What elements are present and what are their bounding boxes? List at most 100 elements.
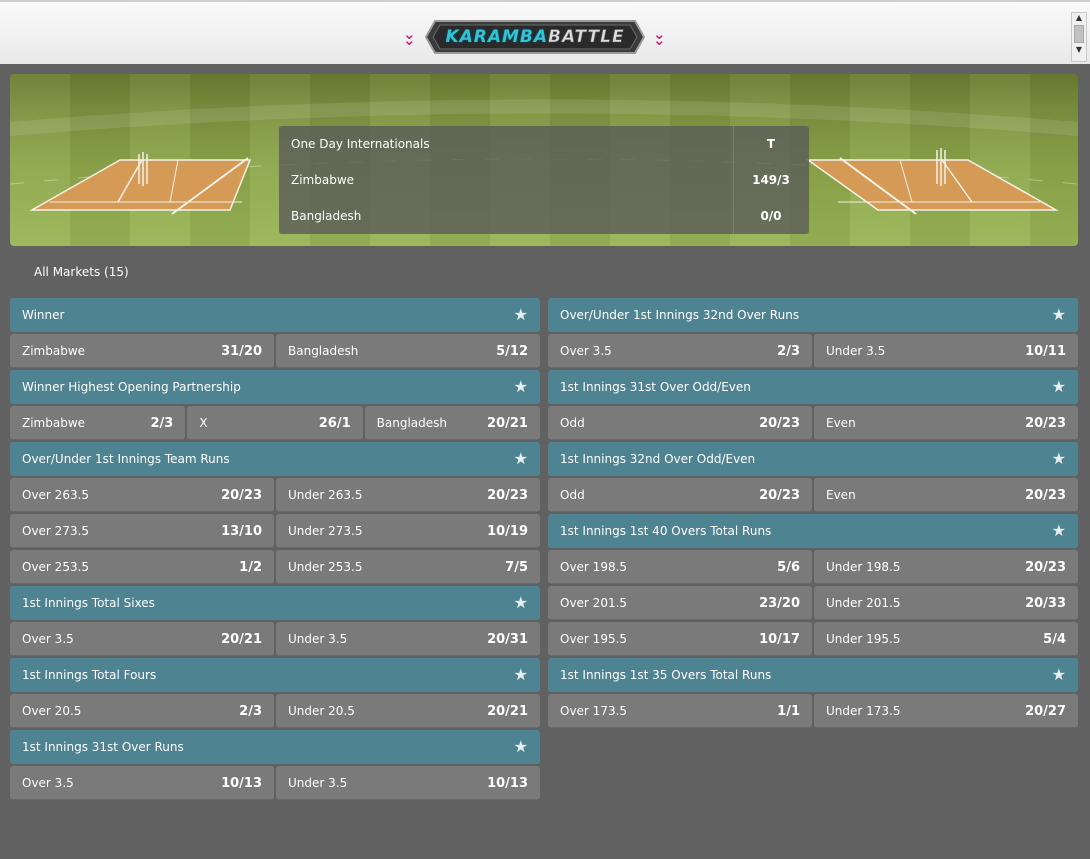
- double-chevron-down-icon[interactable]: ⌄ ⌄: [403, 27, 416, 48]
- selection-button[interactable]: Zimbabwe 2/3: [10, 406, 186, 440]
- selection-button[interactable]: Over 198.5 5/6: [548, 550, 812, 584]
- selection-label: Under 20.5: [288, 704, 355, 718]
- scrollbar[interactable]: ▲ ▼: [1071, 12, 1087, 62]
- scoreboard: One Day Internationals T Zimbabwe 149/3 …: [279, 126, 809, 234]
- selection-button[interactable]: Under 253.5 7/5: [276, 550, 540, 584]
- selection-button[interactable]: Over 195.5 10/17: [548, 622, 812, 656]
- star-icon[interactable]: ★: [514, 305, 528, 324]
- market: 1st Innings 31st Over Odd/Even ★ Odd 20/2…: [548, 370, 1078, 440]
- selection-label: Over 3.5: [22, 776, 74, 790]
- selection-odds: 5/6: [777, 560, 800, 575]
- top-header: ⌄ ⌄ KARAMBA BATTLE ⌄ ⌄ ▲ ▼: [0, 0, 1090, 64]
- market-title: 1st Innings Total Fours: [22, 668, 157, 682]
- market-header[interactable]: Winner Highest Opening Partnership ★: [10, 370, 540, 404]
- selection-button[interactable]: Over 20.5 2/3: [10, 694, 274, 728]
- market-header[interactable]: 1st Innings 31st Over Runs ★: [10, 730, 540, 764]
- selection-button[interactable]: Zimbabwe 31/20: [10, 334, 274, 368]
- selection-odds: 20/23: [759, 488, 800, 503]
- selection-button[interactable]: Under 273.5 10/19: [276, 514, 540, 548]
- star-icon[interactable]: ★: [514, 737, 528, 756]
- team-name: Bangladesh: [291, 209, 362, 223]
- market-title: Winner Highest Opening Partnership: [22, 380, 241, 394]
- selection-button[interactable]: Over 173.5 1/1: [548, 694, 812, 728]
- market-title: Over/Under 1st Innings 32nd Over Runs: [560, 308, 800, 322]
- selection-button[interactable]: Under 3.5 10/13: [276, 766, 540, 800]
- match-status: T: [766, 137, 776, 151]
- selection-row: Over 3.5 10/13 Under 3.5 10/13: [10, 766, 540, 800]
- scroll-down-arrow-icon[interactable]: ▼: [1072, 45, 1086, 55]
- selection-button[interactable]: Under 3.5 10/11: [814, 334, 1078, 368]
- market-title: Over/Under 1st Innings Team Runs: [22, 452, 230, 466]
- selection-odds: 20/21: [487, 704, 528, 719]
- selection-odds: 5/12: [496, 344, 528, 359]
- selection-button[interactable]: Over 3.5 10/13: [10, 766, 274, 800]
- market-header[interactable]: 1st Innings 1st 35 Overs Total Runs ★: [548, 658, 1078, 692]
- star-icon[interactable]: ★: [1052, 665, 1066, 684]
- market-header[interactable]: Over/Under 1st Innings 32nd Over Runs ★: [548, 298, 1078, 332]
- selection-button[interactable]: Odd 20/23: [548, 406, 812, 440]
- market: 1st Innings 1st 40 Overs Total Runs ★ Ov…: [548, 514, 1078, 656]
- logo-part-battle: BATTLE: [548, 27, 625, 48]
- selection-row: Over 3.5 2/3 Under 3.5 10/11: [548, 334, 1078, 368]
- selection-odds: 20/23: [1025, 560, 1066, 575]
- selection-button[interactable]: Even 20/23: [814, 406, 1078, 440]
- selection-button[interactable]: Over 201.5 23/20: [548, 586, 812, 620]
- market: 1st Innings 1st 35 Overs Total Runs ★ Ov…: [548, 658, 1078, 728]
- scoreboard-team-row: Zimbabwe 149/3: [279, 162, 809, 198]
- market-header[interactable]: Winner ★: [10, 298, 540, 332]
- star-icon[interactable]: ★: [1052, 521, 1066, 540]
- selection-button[interactable]: Over 3.5 2/3: [548, 334, 812, 368]
- star-icon[interactable]: ★: [1052, 377, 1066, 396]
- scrollbar-thumb[interactable]: [1074, 25, 1084, 43]
- star-icon[interactable]: ★: [514, 593, 528, 612]
- market-header[interactable]: 1st Innings 32nd Over Odd/Even ★: [548, 442, 1078, 476]
- team-score: 149/3: [752, 173, 790, 187]
- selection-button[interactable]: Over 253.5 1/2: [10, 550, 274, 584]
- market-title: 1st Innings Total Sixes: [22, 596, 155, 610]
- karamba-battle-logo[interactable]: KARAMBA BATTLE: [424, 20, 646, 54]
- markets-column-right: Over/Under 1st Innings 32nd Over Runs ★ …: [548, 298, 1078, 730]
- selection-label: Under 173.5: [826, 704, 901, 718]
- scroll-up-arrow-icon[interactable]: ▲: [1072, 13, 1086, 23]
- selection-button[interactable]: Even 20/23: [814, 478, 1078, 512]
- selection-button[interactable]: X 26/1: [187, 406, 363, 440]
- selection-odds: 5/4: [1043, 632, 1066, 647]
- market-header[interactable]: 1st Innings Total Fours ★: [10, 658, 540, 692]
- selection-row: Over 198.5 5/6 Under 198.5 20/23: [548, 550, 1078, 584]
- selection-button[interactable]: Under 195.5 5/4: [814, 622, 1078, 656]
- star-icon[interactable]: ★: [514, 377, 528, 396]
- selection-label: Under 263.5: [288, 488, 363, 502]
- market-header[interactable]: 1st Innings Total Sixes ★: [10, 586, 540, 620]
- market-title: 1st Innings 1st 35 Overs Total Runs: [560, 668, 772, 682]
- market-header[interactable]: 1st Innings 1st 40 Overs Total Runs ★: [548, 514, 1078, 548]
- selection-button[interactable]: Under 263.5 20/23: [276, 478, 540, 512]
- selection-row: Zimbabwe 2/3 X 26/1 Bangladesh 20/21: [10, 406, 540, 440]
- star-icon[interactable]: ★: [514, 665, 528, 684]
- selection-label: Under 273.5: [288, 524, 363, 538]
- double-chevron-down-icon[interactable]: ⌄ ⌄: [653, 27, 666, 48]
- selection-button[interactable]: Over 263.5 20/23: [10, 478, 274, 512]
- star-icon[interactable]: ★: [1052, 449, 1066, 468]
- selection-odds: 20/21: [221, 632, 262, 647]
- tab-all-markets[interactable]: All Markets (15): [34, 265, 129, 279]
- star-icon[interactable]: ★: [1052, 305, 1066, 324]
- selection-button[interactable]: Bangladesh 5/12: [276, 334, 540, 368]
- market: 1st Innings 31st Over Runs ★ Over 3.5 10/…: [10, 730, 540, 800]
- selection-button[interactable]: Over 273.5 13/10: [10, 514, 274, 548]
- selection-button[interactable]: Under 3.5 20/31: [276, 622, 540, 656]
- market: Winner ★ Zimbabwe 31/20 Bangladesh 5/12: [10, 298, 540, 368]
- selection-button[interactable]: Under 201.5 20/33: [814, 586, 1078, 620]
- selection-button[interactable]: Odd 20/23: [548, 478, 812, 512]
- selection-label: Over 3.5: [560, 344, 612, 358]
- market-header[interactable]: Over/Under 1st Innings Team Runs ★: [10, 442, 540, 476]
- selection-button[interactable]: Under 198.5 20/23: [814, 550, 1078, 584]
- market: Over/Under 1st Innings Team Runs ★ Over …: [10, 442, 540, 584]
- selection-button[interactable]: Under 20.5 20/21: [276, 694, 540, 728]
- market-header[interactable]: 1st Innings 31st Over Odd/Even ★: [548, 370, 1078, 404]
- selection-row: Over 273.5 13/10 Under 273.5 10/19: [10, 514, 540, 548]
- selection-button[interactable]: Under 173.5 20/27: [814, 694, 1078, 728]
- selection-button[interactable]: Bangladesh 20/21: [364, 406, 540, 440]
- competition-name: One Day Internationals: [291, 137, 430, 151]
- selection-button[interactable]: Over 3.5 20/21: [10, 622, 274, 656]
- star-icon[interactable]: ★: [514, 449, 528, 468]
